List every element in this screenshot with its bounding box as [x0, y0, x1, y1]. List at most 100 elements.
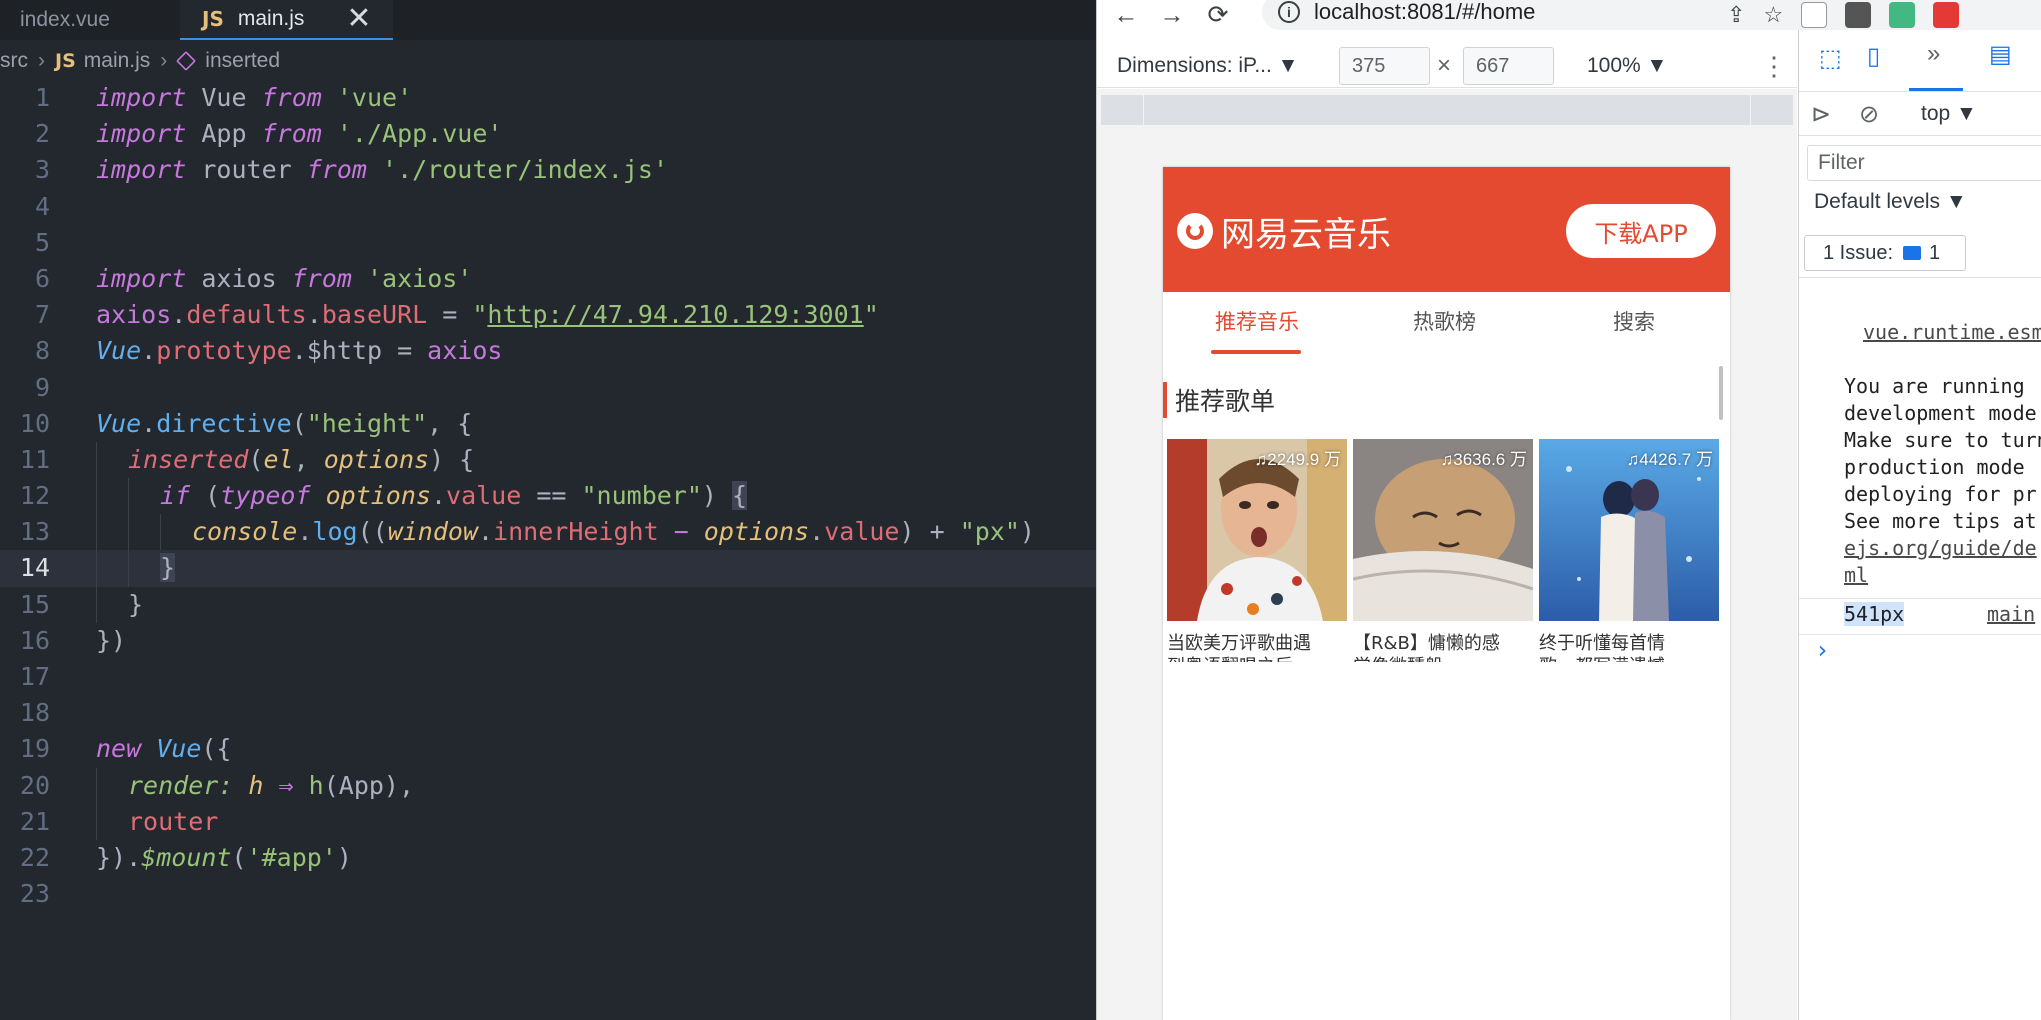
code-line[interactable]: 11 inserted(el, options) {: [0, 441, 1096, 479]
tab-index-vue[interactable]: index.vue: [0, 0, 178, 40]
issues-chat-icon[interactable]: ▤: [1989, 40, 2012, 69]
viewport-height-input[interactable]: 667: [1463, 47, 1554, 85]
punct: (: [323, 770, 339, 800]
tab-recommend[interactable]: 推荐音乐: [1215, 306, 1299, 336]
site-info-icon[interactable]: i: [1278, 1, 1300, 23]
url-text[interactable]: localhost:8081/#/home: [1314, 0, 1535, 25]
console-log-source[interactable]: main: [1987, 602, 2035, 626]
code-line[interactable]: 8 Vue.prototype.$http = axios: [0, 333, 1096, 369]
filter-input[interactable]: Filter: [1807, 145, 2041, 181]
code-line[interactable]: 19 new Vue({: [0, 731, 1096, 767]
code-area[interactable]: 1 import Vue from 'vue' 2 import App from …: [0, 80, 1096, 912]
console-prompt-icon[interactable]: ›: [1815, 636, 1829, 664]
param: options: [323, 444, 430, 474]
code-line[interactable]: 7 axios.defaults.baseURL = "http://47.94.…: [0, 297, 1096, 333]
log-levels-select[interactable]: Default levels ▼: [1814, 190, 1967, 214]
code-line[interactable]: 2 import App from './App.vue': [0, 116, 1096, 152]
console-message-link[interactable]: ml: [1844, 563, 1868, 587]
chevron-right-icon: ›: [38, 49, 45, 72]
extension-icon[interactable]: [1845, 2, 1872, 28]
keyword: import: [96, 119, 187, 149]
code-line[interactable]: 16}): [0, 623, 1096, 659]
code-line[interactable]: 1 import Vue from 'vue': [0, 80, 1096, 116]
line-number: 12: [19, 481, 50, 511]
media-query-bar[interactable]: [1101, 95, 1793, 125]
code-line[interactable]: 10 Vue.directive("height", {: [0, 406, 1096, 442]
breadcrumb-symbol[interactable]: inserted: [205, 49, 280, 73]
code-line[interactable]: 5: [0, 225, 1096, 261]
issues-button[interactable]: 1 Issue: 1: [1804, 235, 1966, 271]
inspect-element-icon[interactable]: ⬚: [1819, 44, 1842, 73]
more-tabs-icon[interactable]: »: [1927, 40, 1940, 68]
matched-brace: }: [160, 553, 176, 583]
breadcrumb-file[interactable]: main.js: [84, 49, 151, 73]
param: options: [325, 481, 431, 511]
netease-music-logo-icon: [1177, 213, 1213, 249]
device-toggle-icon[interactable]: ▯: [1867, 42, 1880, 71]
playlist-card[interactable]: ♫4426.7 万 终于听懂每首情 歌，都写满遗憾: [1539, 439, 1719, 662]
operator: =: [382, 336, 428, 366]
code-line-current[interactable]: 14}: [0, 550, 1096, 587]
console-message-link[interactable]: ejs.org/guide/de: [1844, 536, 2037, 560]
devtools-tab-bar: ⬚ ▯ » ▤: [1799, 30, 2041, 92]
share-icon[interactable]: ⇪: [1727, 2, 1745, 28]
vue-devtools-icon[interactable]: [1889, 2, 1916, 28]
forward-icon[interactable]: →: [1157, 0, 1187, 30]
punct: }): [96, 842, 127, 872]
context-select[interactable]: top ▼: [1921, 102, 1977, 126]
back-icon[interactable]: ←: [1111, 0, 1141, 30]
extension-icon[interactable]: [1801, 2, 1828, 28]
more-options-icon[interactable]: ⋮: [1761, 44, 1787, 88]
code-line[interactable]: 6 import axios from 'axios': [0, 261, 1096, 297]
scrollbar[interactable]: [1719, 366, 1723, 420]
code-line[interactable]: 22}).$mount('#app'): [0, 840, 1096, 876]
code-line[interactable]: 12 if (typeof options.value == "number") …: [0, 478, 1096, 515]
code-line[interactable]: 21 router: [0, 803, 1096, 840]
property: render:: [128, 770, 234, 800]
sidebar-toggle-icon[interactable]: ⊳: [1811, 100, 1831, 129]
playlist-cover: ♫3636.6 万: [1353, 439, 1533, 621]
console-source-link[interactable]: vue.runtime.esm: [1863, 320, 2041, 344]
keyword: new: [96, 734, 142, 764]
close-tab-icon[interactable]: ✕: [346, 4, 371, 34]
url-link[interactable]: http://47.94.210.129:3001: [487, 300, 863, 329]
playlist-card[interactable]: ♫3636.6 万 【R&B】慵懒的感 觉像微醺般: [1353, 439, 1533, 662]
code-line[interactable]: 3 import router from './router/index.js': [0, 152, 1096, 188]
code-line[interactable]: 23: [0, 876, 1096, 912]
extension-icon[interactable]: [1933, 2, 1960, 28]
code-line[interactable]: 9: [0, 370, 1096, 406]
code-line[interactable]: 20 render: h ⇒ h(App),: [0, 767, 1096, 804]
tab-search[interactable]: 搜索: [1613, 306, 1655, 336]
zoom-select[interactable]: 100% ▼: [1587, 44, 1667, 88]
breadcrumb-folder[interactable]: src: [0, 49, 28, 73]
code-line[interactable]: 13 console.log((window.innerHeight − opti…: [0, 514, 1096, 551]
code-line[interactable]: 18: [0, 695, 1096, 731]
code-line[interactable]: 17: [0, 659, 1096, 695]
operator: ==: [521, 481, 582, 511]
tab-label: index.vue: [20, 8, 110, 31]
viewport-width-input[interactable]: 375: [1339, 47, 1430, 85]
download-app-button[interactable]: 下载APP: [1566, 204, 1716, 258]
playlist-title: 终于听懂每首情: [1539, 633, 1665, 652]
string: './App.vue': [336, 119, 503, 149]
reload-icon[interactable]: ⟳: [1203, 0, 1233, 30]
tab-hot-songs[interactable]: 热歌榜: [1413, 306, 1476, 336]
playlist-title-line2: 歌，都写满遗憾: [1539, 652, 1719, 662]
code-line[interactable]: 15}: [0, 586, 1096, 623]
operator: =: [427, 300, 473, 330]
clear-console-icon[interactable]: ⊘: [1859, 100, 1879, 129]
device-toolbar: Dimensions: iP... ▼ 375 × 667 100% ▼ ⋮: [1097, 44, 1797, 88]
active-tab-indicator: [1211, 350, 1301, 354]
code-line[interactable]: 4: [0, 189, 1096, 225]
section-title: 推荐歌单: [1163, 382, 1275, 418]
mobile-viewport[interactable]: 网易云音乐 下载APP 推荐音乐 热歌榜 搜索 推荐歌单 ♫2249.9 万 当…: [1163, 167, 1730, 1020]
device-select[interactable]: Dimensions: iP... ▼: [1117, 44, 1298, 88]
code-editor[interactable]: index.vue JS main.js ✕ src › JS main.js …: [0, 0, 1096, 1020]
console-toolbar: ⊳ ⊘ top ▼: [1799, 92, 2041, 136]
line-number: 18: [19, 698, 50, 728]
punct: (: [248, 444, 264, 474]
playlist-card[interactable]: ♫2249.9 万 当欧美万评歌曲遇 到粤语翻唱之后: [1167, 439, 1347, 662]
bookmark-star-icon[interactable]: ☆: [1763, 2, 1783, 28]
tab-main-js[interactable]: JS main.js ✕: [180, 0, 393, 40]
line-number: 7: [34, 300, 50, 330]
